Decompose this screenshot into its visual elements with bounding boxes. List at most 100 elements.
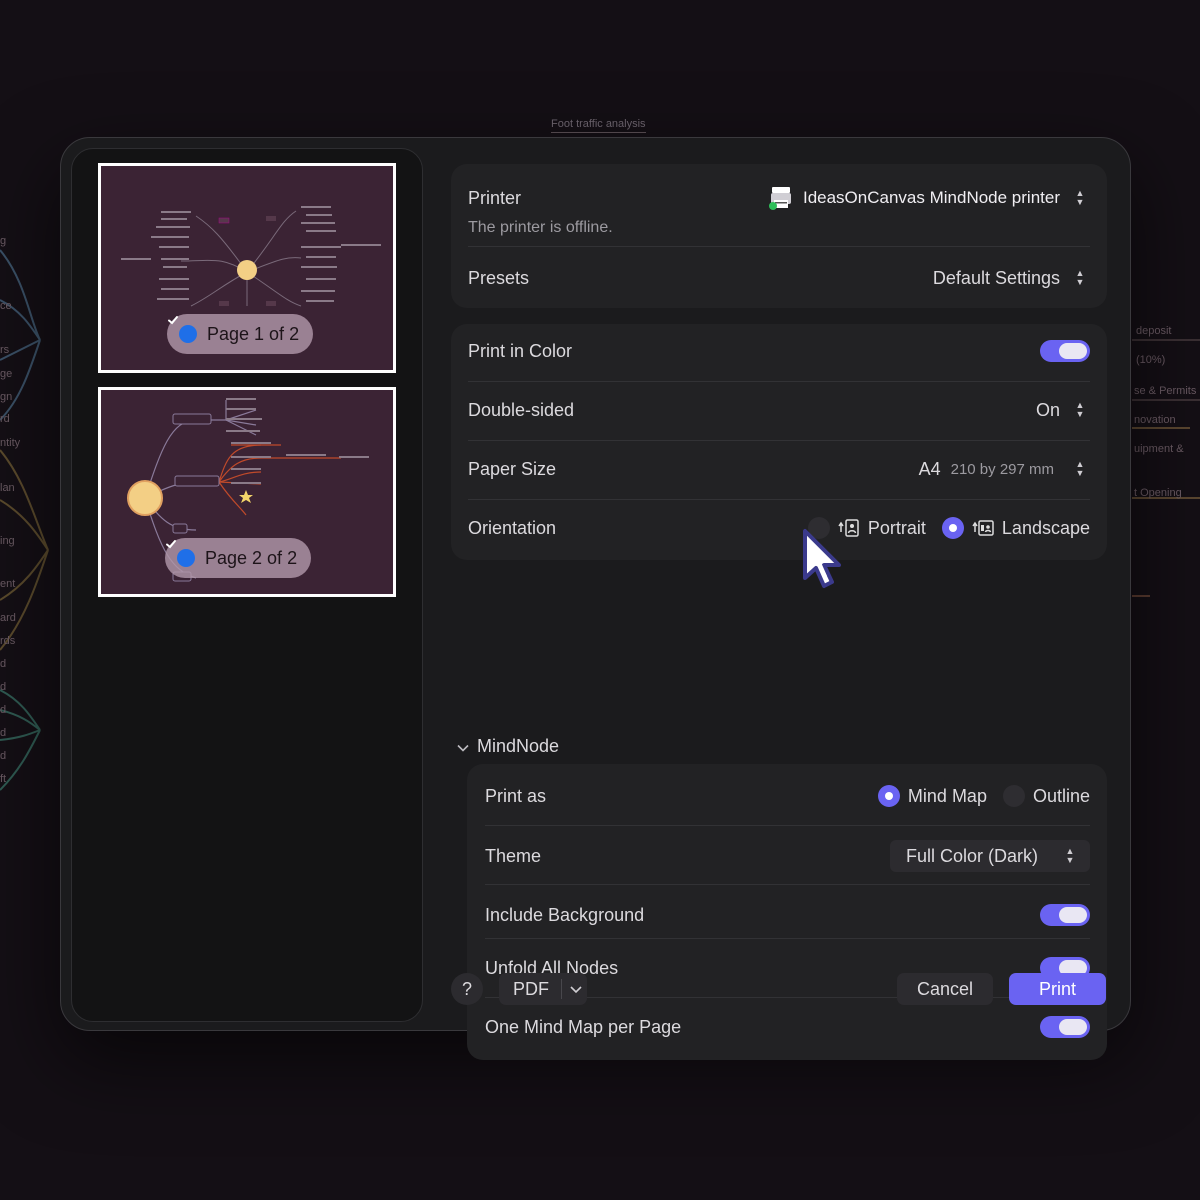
outline-radio[interactable] [1002,785,1025,807]
pdf-menu-button[interactable]: PDF [499,973,587,1005]
divider [468,499,1090,500]
help-button[interactable]: ? [451,973,483,1005]
include-background-label: Include Background [485,904,645,925]
bg-node-label: lan [0,482,15,494]
bg-node-label: t Opening [1134,487,1182,499]
paper-size-label: Paper Size [468,458,557,479]
bg-node-label: deposit [1136,325,1172,337]
print-in-color-row: Print in Color [468,336,1090,366]
mindnode-section-header[interactable]: MindNode [457,736,559,757]
printer-label: Printer [468,187,522,208]
pdf-label: PDF [513,978,549,999]
bg-node-label: d [0,750,7,762]
theme-select[interactable]: Full Color (Dark) ▲ ▼ [889,840,1090,872]
print-as-row: Print as Mind Map Outline [485,781,1090,811]
cancel-button[interactable]: Cancel [897,973,993,1005]
bg-node-label: gn [0,391,13,403]
orientation-row: Orientation Portrait Landscape [468,513,1090,543]
paper-size-value: A4 [918,458,941,479]
page-thumbnail-1[interactable]: Page 1 of 2 [98,163,396,373]
double-sided-value: On [1035,399,1060,420]
preview-pane[interactable]: Page 1 of 2 Page 2 of 2 [71,148,423,1022]
chevron-down-icon[interactable] [569,979,583,1004]
print-as-label: Print as [485,785,547,806]
portrait-label[interactable]: Portrait [868,518,926,539]
page-label-pill: Page 1 of 2 [167,314,314,354]
checkmark-icon[interactable] [168,316,197,343]
stepper-icon[interactable]: ▲ ▼ [1070,456,1090,482]
paper-size-detail: 210 by 297 mm [950,460,1054,478]
page-thumbnail-2[interactable]: Page 2 of 2 [98,387,396,597]
page-label-pill: Page 2 of 2 [165,538,312,578]
bg-node-label: d [0,658,7,670]
printer-group: Printer IdeasOnCanvas MindNode printer ▲… [451,164,1107,308]
bg-node-label: ft [0,773,7,785]
help-label: ? [461,978,472,999]
bg-node-label: uipment & [1134,443,1184,455]
divider [561,979,562,999]
bg-node-label: ent [0,578,16,590]
chevron-down-icon[interactable] [457,736,469,757]
printer-icon [768,186,793,210]
theme-row: Theme Full Color (Dark) ▲ ▼ [485,840,1090,872]
theme-value: Full Color (Dark) [905,845,1038,866]
outline-label[interactable]: Outline [1033,786,1090,807]
checkmark-icon[interactable] [166,540,195,567]
one-map-per-page-toggle[interactable] [1040,1016,1090,1038]
paper-size-select[interactable]: A4 210 by 297 mm ▲ ▼ [919,456,1090,482]
landscape-radio[interactable] [941,517,964,539]
printer-row: Printer IdeasOnCanvas MindNode printer ▲… [468,186,1090,210]
bg-node-label: d [0,681,7,693]
divider [468,440,1090,441]
cancel-label: Cancel [916,978,974,999]
stepper-icon[interactable]: ▲ ▼ [1070,185,1090,211]
print-in-color-label: Print in Color [468,340,573,361]
landscape-icon [972,518,994,538]
print-button[interactable]: Print [1009,973,1106,1005]
orientation-label: Orientation [468,517,557,538]
divider [468,381,1090,382]
print-in-color-toggle[interactable] [1040,340,1090,362]
bg-node-label: ntity [0,437,21,449]
stepper-icon: ▲ ▼ [1065,846,1075,865]
bg-node-label: rds [0,635,16,647]
print-label: Print [1038,978,1076,999]
page-label: Page 2 of 2 [205,547,298,568]
landscape-label[interactable]: Landscape [1002,518,1090,539]
bg-node-label: ge [0,368,13,380]
bg-node-label: rs [0,344,10,356]
mindnode-section-title: MindNode [477,736,560,756]
printer-status: The printer is offline. [468,219,613,236]
double-sided-label: Double-sided [468,399,575,420]
divider [485,938,1090,939]
print-as-options: Mind Map Outline [877,785,1090,807]
divider [468,246,1090,247]
bg-node-label: Foot traffic analysis [551,118,646,133]
divider [485,884,1090,885]
print-dialog: Page 1 of 2 Page 2 of 2 Printer IdeasOnC… [60,137,1131,1060]
page-label: Page 1 of 2 [207,323,300,344]
one-map-per-page-row: One Mind Map per Page [485,1012,1090,1042]
orientation-options: Portrait Landscape [807,517,1090,539]
mind-map-label[interactable]: Mind Map [908,786,987,807]
bg-node-label: se & Permits [1134,385,1197,397]
stepper-icon[interactable]: ▲ ▼ [1070,397,1090,423]
theme-label: Theme [485,845,542,866]
printer-name: IdeasOnCanvas MindNode printer [802,188,1060,207]
paper-size-row: Paper Size A4 210 by 297 mm ▲ ▼ [468,454,1090,484]
include-background-toggle[interactable] [1040,904,1090,926]
bg-node-label: (10%) [1136,354,1166,366]
divider [485,825,1090,826]
stepper-icon[interactable]: ▲ ▼ [1070,265,1090,291]
mouse-cursor-icon [802,528,842,597]
printer-select[interactable]: IdeasOnCanvas MindNode printer ▲ ▼ [768,185,1090,211]
bg-node-label: rd [0,413,10,425]
presets-label: Presets [468,267,530,288]
bg-node-label: ing [0,535,15,547]
bg-node-label: ard [0,612,16,624]
mind-map-radio[interactable] [877,785,900,807]
double-sided-select[interactable]: On ▲ ▼ [1036,397,1090,423]
presets-row: Presets Default Settings ▲ ▼ [468,264,1090,292]
presets-select[interactable]: Default Settings ▲ ▼ [933,265,1090,291]
printer-status-row: The printer is offline. [468,218,1090,238]
